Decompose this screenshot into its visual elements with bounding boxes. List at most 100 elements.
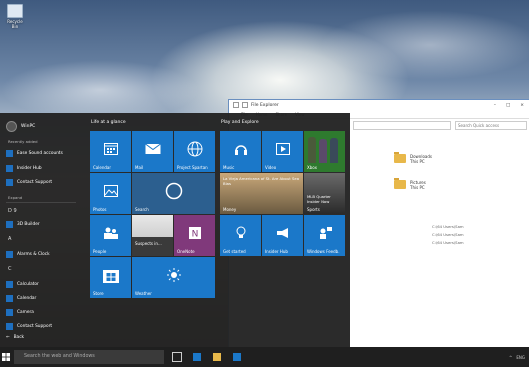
group-header-life[interactable]: Life at a glance	[91, 120, 126, 125]
task-view-button[interactable]	[170, 347, 184, 367]
expand-link[interactable]: Expand	[8, 195, 22, 200]
maximize-button[interactable]: □	[506, 103, 510, 108]
tile-label: Money	[223, 207, 237, 212]
back-button[interactable]: ← Back	[6, 335, 24, 340]
tile-search[interactable]: Search	[132, 173, 215, 214]
tile-label: Music	[223, 165, 235, 170]
app-label: 3D Builder	[17, 222, 40, 227]
taskbar-app-spartan[interactable]	[190, 347, 204, 367]
taskbar-search-input[interactable]: Search the web and Windows	[14, 350, 164, 364]
tile-onenote[interactable]: N OneNote	[174, 215, 215, 256]
lightbulb-icon	[236, 226, 245, 239]
avatar-figure	[319, 139, 327, 163]
support-icon	[6, 179, 13, 186]
money-headline: La Vieja Americana of St. Are About Sea …	[223, 176, 300, 186]
tile-label: Photos	[93, 207, 107, 212]
folder-pictures[interactable]: Pictures This PC	[394, 178, 426, 190]
app-label: Calendar	[17, 296, 37, 301]
tile-label: OneNote	[177, 249, 195, 254]
tile-label: Project Spartan	[177, 165, 208, 170]
sun-icon	[166, 268, 181, 283]
folder-location: This PC	[410, 185, 425, 190]
window-title: File Explorer	[251, 102, 279, 108]
cloud	[320, 10, 529, 80]
recent-file-row[interactable]: C:\64 Users\Sam	[432, 240, 464, 245]
feedback-icon	[319, 227, 332, 240]
letter-header[interactable]: C	[8, 266, 12, 272]
letter-header[interactable]: D 9	[8, 208, 17, 214]
tile-label: Video	[265, 165, 277, 170]
tile-video[interactable]: Video	[262, 131, 303, 172]
folder-icon	[394, 152, 406, 163]
gear-icon	[6, 150, 13, 157]
store-icon	[102, 270, 119, 284]
task-view-icon	[172, 352, 182, 362]
app-calendar[interactable]: Calendar	[6, 295, 36, 302]
window-icon	[233, 102, 239, 108]
megaphone-icon	[276, 228, 288, 239]
menu-item-label: Insider Hub	[17, 166, 42, 171]
tile-weather[interactable]: Weather	[132, 257, 215, 298]
start-left-column: WinPC Recently added Ease Sound accounts…	[0, 113, 84, 347]
recent-file-row[interactable]: C:\64 Users\Sam	[432, 224, 464, 229]
tile-label: Suspects in...	[135, 241, 162, 246]
cortana-icon	[165, 182, 182, 200]
folder-icon	[394, 178, 406, 189]
tile-get-started[interactable]: Get started	[220, 215, 261, 256]
photos-icon	[103, 185, 118, 198]
insider-icon	[6, 165, 13, 172]
support-icon	[6, 323, 13, 330]
tile-people[interactable]: People	[90, 215, 131, 256]
tile-money[interactable]: La Vieja Americana of St. Are About Sea …	[220, 173, 303, 214]
menu-item-contact-support[interactable]: Contact Support	[6, 179, 52, 186]
minimize-button[interactable]: –	[494, 103, 496, 108]
letter-header[interactable]: A	[8, 236, 11, 242]
menu-item-accounts[interactable]: Ease Sound accounts	[6, 150, 63, 157]
app-3d-builder[interactable]: 3D Builder	[6, 221, 40, 228]
menu-item-insider-hub[interactable]: Insider Hub	[6, 165, 42, 172]
folder-icon	[213, 353, 221, 361]
tile-sports[interactable]: MLB Quarter Insider Now Sports	[304, 173, 345, 214]
start-button[interactable]	[0, 347, 12, 367]
app-icon	[6, 221, 13, 228]
language-indicator[interactable]: ENG	[516, 355, 525, 360]
tile-project-spartan[interactable]: Project Spartan	[174, 131, 215, 172]
tile-mail[interactable]: Mail	[132, 131, 173, 172]
tile-photos[interactable]: Photos	[90, 173, 131, 214]
mail-icon	[144, 143, 161, 155]
tile-music[interactable]: Music	[220, 131, 261, 172]
system-tray[interactable]: ^ ENG	[509, 355, 529, 360]
recycle-bin-desktop-icon[interactable]: Recycle Bin	[4, 4, 26, 29]
tile-windows-feedback[interactable]: Windows Feedb.	[304, 215, 345, 256]
address-bar[interactable]	[353, 120, 451, 130]
taskbar-app-explorer[interactable]	[210, 347, 224, 367]
app-contact-support[interactable]: Contact Support	[6, 323, 52, 330]
tile-label: Xbox	[307, 165, 317, 170]
group-header-play[interactable]: Play and Explore	[221, 120, 259, 125]
app-label: Contact Support	[17, 324, 53, 329]
tile-store[interactable]: Store	[90, 257, 131, 298]
chevron-up-icon[interactable]: ^	[509, 355, 512, 360]
user-account[interactable]: WinPC	[6, 121, 35, 132]
tile-news-suspects[interactable]: Suspects in...	[132, 215, 173, 256]
recent-file-row[interactable]: C:\64 Users\Sam	[432, 232, 464, 237]
taskbar-app-store[interactable]	[230, 347, 244, 367]
globe-icon	[187, 141, 202, 157]
close-button[interactable]: ×	[520, 103, 524, 108]
app-calculator[interactable]: Calculator	[6, 281, 39, 288]
tile-label: Store	[93, 291, 104, 296]
explorer-content: Downloads This PC Pictures This PC C:\64 U…	[349, 140, 529, 348]
tile-label: Mail	[135, 165, 144, 170]
tile-insider-hub[interactable]: Insider Hub	[262, 215, 303, 256]
back-label: Back	[13, 335, 25, 340]
folder-downloads[interactable]: Downloads This PC	[394, 152, 432, 164]
user-name: WinPC	[21, 124, 36, 129]
app-alarms[interactable]: Alarms & Clock	[6, 251, 50, 258]
tile-calendar[interactable]: Calendar	[90, 131, 131, 172]
app-camera[interactable]: Camera	[6, 309, 34, 316]
explorer-search-input[interactable]: Search Quick access	[455, 120, 527, 130]
app-label: Camera	[17, 310, 34, 315]
tile-label: Weather	[135, 291, 152, 296]
tile-xbox[interactable]: Xbox	[304, 131, 345, 172]
quick-access-icon[interactable]	[242, 102, 248, 108]
